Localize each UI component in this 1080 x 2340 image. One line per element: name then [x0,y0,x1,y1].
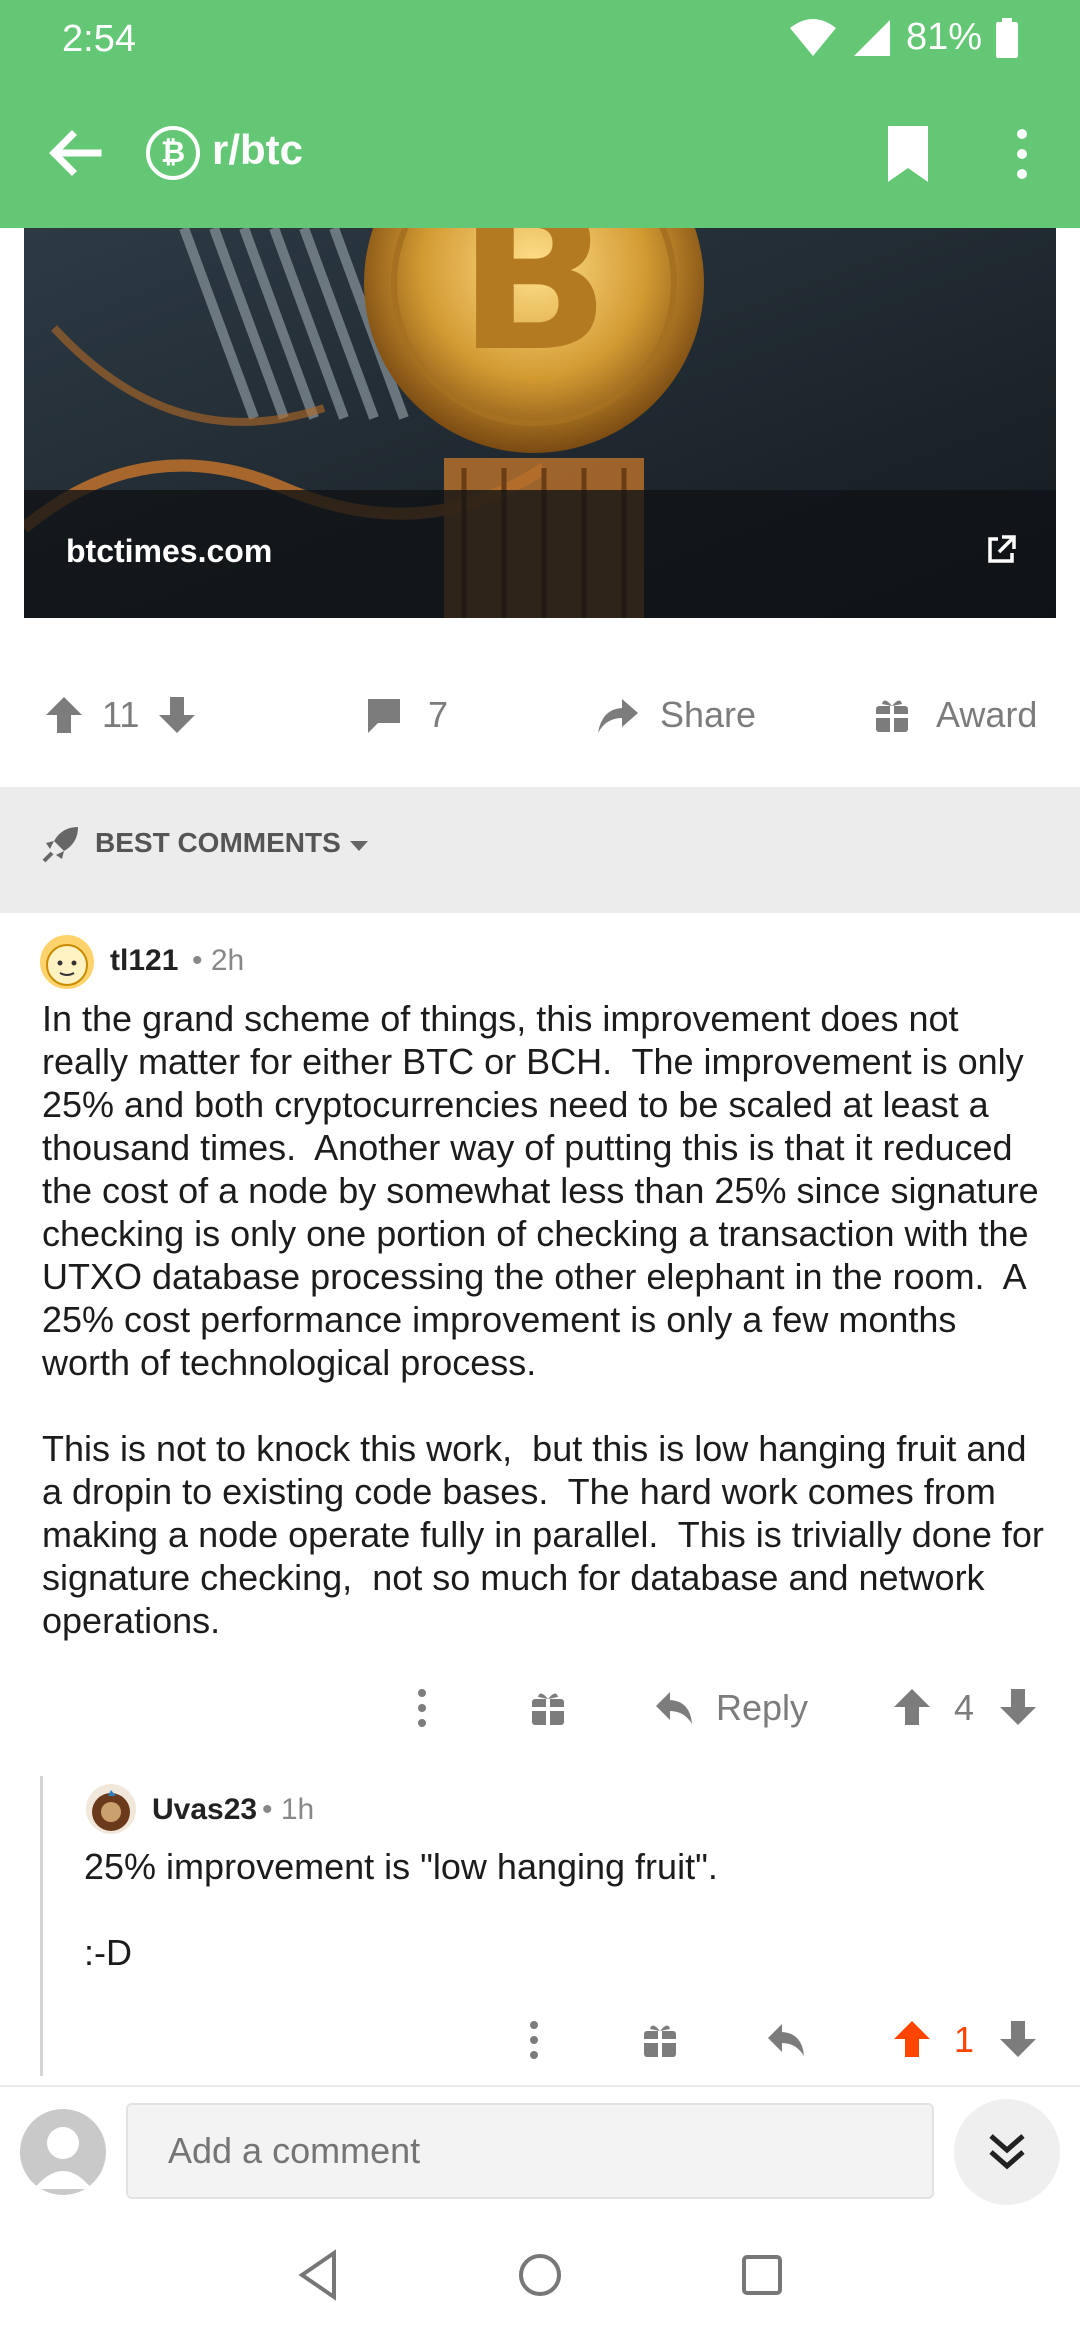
svg-text:B: B [458,228,610,396]
comment-body: 25% improvement is "low hanging fruit". … [84,1846,718,1973]
bookmark-icon[interactable] [880,124,936,184]
external-link-icon[interactable] [984,533,1018,567]
user-placeholder-icon [34,2127,92,2189]
downvote-icon[interactable] [998,1687,1038,1727]
link-preview[interactable]: B btctimes.com [24,228,1056,618]
reply-button[interactable]: Reply [654,1673,808,1743]
chevron-down-icon [350,841,368,851]
rocket-icon [42,827,78,863]
nav-recents-icon[interactable] [732,2245,792,2305]
add-comment-input[interactable] [126,2103,934,2199]
share-label: Share [660,694,757,735]
system-nav-bar [0,2215,1080,2340]
expand-button[interactable] [954,2099,1060,2205]
reply-label: Reply [716,1687,809,1728]
reply-icon [656,1692,692,1724]
comment-count: 7 [428,694,449,735]
more-options-icon[interactable] [1000,124,1044,184]
comment-score: 1 [954,2019,975,2060]
share-button[interactable]: Share [596,660,756,770]
comment-age: • 2h [192,944,245,977]
comments-button[interactable]: 7 [364,660,448,770]
award-button[interactable]: Award [874,660,1037,770]
battery-icon [996,17,1018,58]
downvote-icon[interactable] [157,695,197,735]
downvote-icon[interactable] [998,2019,1038,2059]
comment-composer [0,2085,1080,2215]
status-indicators: 81% [788,16,1018,59]
status-time: 2:54 [62,18,136,60]
more-options-icon[interactable] [526,2019,542,2061]
upvote-icon[interactable] [892,2019,932,2059]
share-icon [598,699,638,733]
sort-label: BEST COMMENTS [95,827,341,858]
upvote-icon[interactable] [44,695,84,735]
gift-icon[interactable] [530,1689,566,1727]
status-bar: 2:54 81% [0,0,1080,80]
comment-score: 4 [954,1687,975,1728]
battery-percent: 81% [905,16,982,58]
avatar[interactable] [86,1784,136,1834]
comment-body: In the grand scheme of things, this impr… [42,998,1044,1641]
double-chevron-down-icon [989,2134,1025,2170]
gift-icon [876,700,908,732]
back-arrow-icon[interactable] [42,120,108,186]
link-domain[interactable]: btctimes.com [66,533,272,570]
comment-username[interactable]: Uvas23 [152,1793,257,1827]
comment-username[interactable]: tl121 [110,944,178,978]
post-vote: 11 [44,660,197,770]
user-avatar-icon [46,944,88,986]
post-actions: 11 7 Share Award [0,660,1080,770]
upvote-icon[interactable] [892,1687,932,1727]
bitcoin-icon: ₿ [146,126,200,180]
avatar[interactable] [40,935,94,989]
comment-actions: Reply 4 [0,1673,1080,1743]
nav-home-icon[interactable] [510,2245,570,2305]
comment-sort-bar[interactable]: BEST COMMENTS [0,787,1080,913]
more-options-icon[interactable] [414,1687,430,1729]
comment-bubble-icon [368,699,400,733]
subreddit-name[interactable]: r/btc [212,126,303,174]
current-user-avatar [20,2109,106,2195]
gift-icon[interactable] [642,2021,678,2059]
user-avatar-icon [92,1790,130,1831]
nav-back-icon[interactable] [290,2245,350,2305]
wifi-icon [789,18,836,56]
app-bar: ₿ r/btc [0,80,1080,228]
comment-actions: 1 [0,2005,1080,2075]
award-label: Award [936,694,1038,735]
reply-icon[interactable] [766,2022,806,2058]
post-score: 11 [102,694,140,735]
comment-age: • 1h [262,1793,315,1826]
signal-icon [853,19,890,56]
